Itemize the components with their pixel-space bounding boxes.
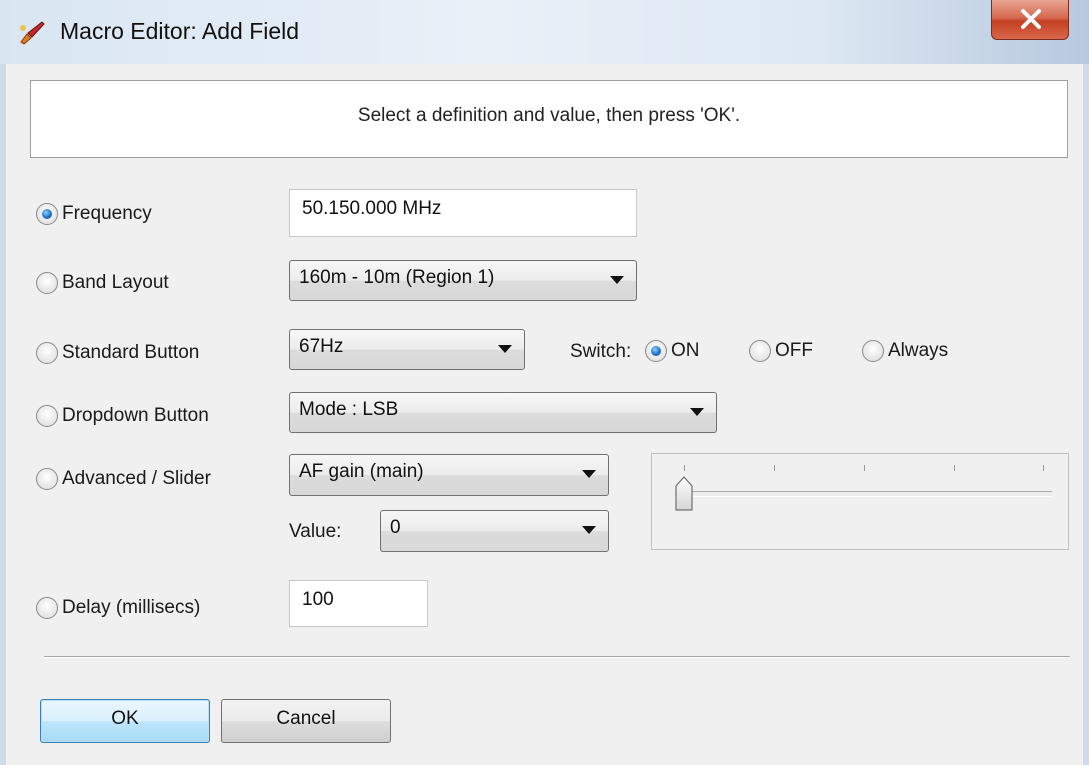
- radio-dropdown-button[interactable]: Dropdown Button: [36, 405, 209, 427]
- slider-tick: [1043, 465, 1044, 471]
- window-title: Macro Editor: Add Field: [60, 18, 300, 44]
- instruction-panel: Select a definition and value, then pres…: [30, 80, 1068, 158]
- radio-indicator[interactable]: [645, 340, 667, 362]
- radio-label-advanced-slider: Advanced / Slider: [62, 468, 211, 489]
- window-border-left: [0, 64, 6, 765]
- radio-indicator[interactable]: [36, 272, 58, 294]
- radio-label-frequency: Frequency: [62, 203, 152, 224]
- radio-indicator[interactable]: [36, 468, 58, 490]
- advanced-slider-dropdown[interactable]: AF gain (main): [289, 454, 609, 496]
- radio-indicator[interactable]: [36, 597, 58, 619]
- slider-track[interactable]: [682, 491, 1052, 497]
- radio-indicator[interactable]: [36, 405, 58, 427]
- title-bar: Macro Editor: Add Field: [0, 0, 1089, 64]
- delay-input[interactable]: 100: [289, 580, 428, 627]
- dropdown-arrow-icon: [582, 526, 596, 534]
- radio-indicator[interactable]: [36, 342, 58, 364]
- radio-delay[interactable]: Delay (millisecs): [36, 597, 200, 619]
- advanced-slider-value: AF gain (main): [299, 461, 424, 482]
- dropdown-arrow-icon: [690, 408, 704, 416]
- radio-label-standard-button: Standard Button: [62, 342, 200, 363]
- radio-indicator[interactable]: [862, 340, 884, 362]
- radio-band-layout[interactable]: Band Layout: [36, 272, 169, 294]
- radio-label-always: Always: [888, 340, 949, 361]
- dropdown-button-value: Mode : LSB: [299, 399, 399, 420]
- radio-label-off: OFF: [775, 340, 813, 361]
- separator-line: [44, 656, 1070, 658]
- band-layout-dropdown[interactable]: 160m - 10m (Region 1): [289, 260, 637, 301]
- dropdown-arrow-icon: [498, 345, 512, 353]
- app-brush-icon: [20, 21, 45, 45]
- ok-button[interactable]: OK: [40, 699, 210, 743]
- switch-label: Switch:: [570, 341, 632, 362]
- radio-switch-on[interactable]: ON: [645, 340, 700, 362]
- radio-switch-always[interactable]: Always: [862, 340, 948, 362]
- slider-panel: [651, 453, 1069, 550]
- dropdown-arrow-icon: [582, 470, 596, 478]
- radio-switch-off[interactable]: OFF: [749, 340, 813, 362]
- dropdown-arrow-icon: [610, 276, 624, 284]
- close-icon: [1021, 9, 1041, 29]
- value-label: Value:: [289, 521, 342, 542]
- frequency-input[interactable]: 50.150.000 MHz: [289, 189, 637, 237]
- radio-label-band-layout: Band Layout: [62, 272, 169, 293]
- slider-tick: [774, 465, 775, 471]
- radio-frequency[interactable]: Frequency: [36, 203, 152, 225]
- cancel-button[interactable]: Cancel: [221, 699, 391, 743]
- radio-advanced-slider[interactable]: Advanced / Slider: [36, 468, 211, 490]
- close-button[interactable]: [991, 0, 1069, 40]
- standard-button-dropdown[interactable]: 67Hz: [289, 329, 525, 370]
- radio-label-on: ON: [671, 340, 700, 361]
- slider-tick: [954, 465, 955, 471]
- slider-value-dropdown[interactable]: 0: [380, 510, 609, 552]
- radio-standard-button[interactable]: Standard Button: [36, 342, 199, 364]
- band-layout-value: 160m - 10m (Region 1): [299, 267, 495, 288]
- radio-indicator[interactable]: [36, 203, 58, 225]
- radio-indicator[interactable]: [749, 340, 771, 362]
- radio-label-delay: Delay (millisecs): [62, 597, 201, 618]
- window-border-right: [1083, 64, 1089, 765]
- dropdown-button-dropdown[interactable]: Mode : LSB: [289, 392, 717, 433]
- slider-tick: [684, 465, 685, 471]
- standard-button-value: 67Hz: [299, 336, 344, 357]
- instruction-text: Select a definition and value, then pres…: [357, 105, 741, 126]
- slider-value-selected: 0: [390, 517, 401, 538]
- radio-label-dropdown-button: Dropdown Button: [62, 405, 209, 426]
- slider-tick: [864, 465, 865, 471]
- slider-thumb[interactable]: [674, 476, 694, 512]
